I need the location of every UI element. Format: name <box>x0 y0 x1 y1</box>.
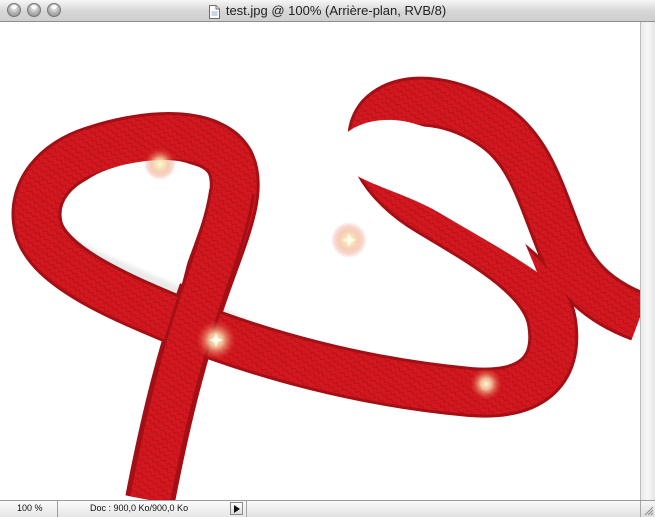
window-title: test.jpg @ 100% (Arrière-plan, RVB/8) <box>225 3 447 18</box>
resize-grip[interactable] <box>640 501 655 517</box>
vertical-scrollbar[interactable] <box>640 22 655 500</box>
title-bar[interactable]: test.jpg @ 100% (Arrière-plan, RVB/8) <box>0 0 655 22</box>
status-bar: 100 % Doc : 900,0 Ko/900,0 Ko <box>0 500 655 517</box>
triangle-right-icon <box>233 504 240 513</box>
status-menu-button[interactable] <box>230 502 243 515</box>
zoom-level-field[interactable]: 100 % <box>0 501 58 517</box>
ribbon-image <box>11 76 640 500</box>
image-canvas[interactable] <box>0 22 640 500</box>
document-icon <box>208 4 220 19</box>
document-size-info: Doc : 900,0 Ko/900,0 Ko <box>90 503 189 513</box>
photoshop-document-window: test.jpg @ 100% (Arrière-plan, RVB/8) 10… <box>0 0 655 517</box>
horizontal-scrollbar[interactable] <box>246 501 640 517</box>
resize-grip-icon <box>644 506 654 516</box>
title-group: test.jpg @ 100% (Arrière-plan, RVB/8) <box>0 0 655 21</box>
